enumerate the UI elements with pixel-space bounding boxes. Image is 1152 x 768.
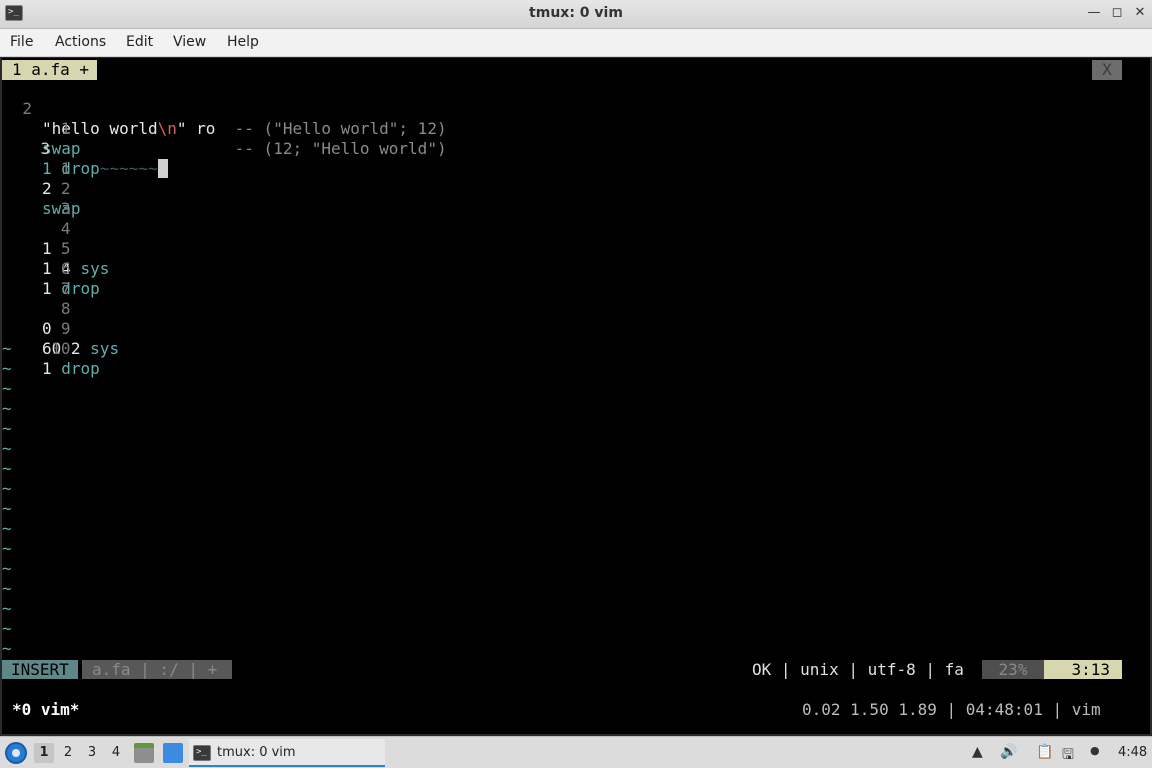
vim-scroll-percent: 23% (982, 660, 1044, 679)
empty-line-tilde: ~ (2, 499, 12, 518)
code-line: 1 swap -- (12; "Hello world") (2, 99, 1150, 158)
close-icon[interactable]: ✕ (1132, 5, 1148, 21)
tmux-status-right: 0.02 1.50 1.89 | 04:48:01 | vim (802, 700, 1101, 719)
menu-bar: File Actions Edit View Help (0, 29, 1152, 57)
volume-icon[interactable]: 🔊 (1000, 744, 1017, 760)
window-title: tmux: 0 vim (529, 5, 623, 21)
network-icon[interactable]: 🖫 (1062, 744, 1074, 768)
empty-line-tilde: ~ (2, 619, 12, 638)
code-line: 8 0 (2, 279, 1150, 338)
vim-file-segment: a.fa | :/ | + (82, 660, 232, 679)
menu-view[interactable]: View (173, 34, 206, 50)
vim-file-info: OK | unix | utf-8 | fa (752, 660, 964, 679)
notification-icon[interactable]: ● (1090, 744, 1100, 757)
vim-cursor-position: 3:13 (1044, 660, 1122, 679)
menu-actions[interactable]: Actions (55, 34, 106, 50)
empty-line-tilde: ~ (2, 599, 12, 618)
vim-tab-close-button[interactable]: X (1092, 60, 1122, 80)
code-word: sys (90, 339, 120, 358)
empty-line-tilde: ~ (2, 419, 12, 438)
window-titlebar[interactable]: >_ tmux: 0 vim — ◻ ✕ (0, 0, 1152, 29)
menu-file[interactable]: File (10, 34, 33, 50)
terminal-icon: >_ (193, 745, 211, 761)
code-word: drop (61, 359, 100, 378)
workspace-4[interactable]: 4 (106, 743, 126, 763)
empty-line-tilde: ~ (2, 519, 12, 538)
empty-line-tilde: ~ (2, 639, 12, 658)
show-desktop-icon[interactable] (163, 743, 183, 763)
scroll-icon[interactable]: ▲ (972, 744, 983, 760)
workspace-1[interactable]: 1 (34, 743, 54, 763)
code-line: 7 (2, 259, 1150, 298)
workspace-2[interactable]: 2 (58, 743, 78, 763)
empty-line-tilde: ~ (2, 399, 12, 418)
empty-line-tilde: ~ (2, 579, 12, 598)
terminal-area[interactable]: 1 a.fa + X 2 "hello world\n" ro -- ("Hel… (2, 58, 1150, 734)
empty-line-tilde: ~ (2, 339, 12, 358)
code-line: 2 "hello world\n" ro -- ("Hello world"; … (2, 79, 1150, 138)
empty-line-tilde: ~ (2, 359, 12, 378)
menu-edit[interactable]: Edit (126, 34, 153, 50)
empty-line-tilde: ~ (2, 539, 12, 558)
maximize-icon[interactable]: ◻ (1109, 5, 1125, 21)
code-line: 2 swap (2, 159, 1150, 218)
empty-line-tilde: ~ (2, 479, 12, 498)
code-text: 1 drop (42, 359, 100, 378)
code-line: 10 1 drop (2, 319, 1150, 378)
code-line: 5 1 4 sys (2, 219, 1150, 278)
minimize-icon[interactable]: — (1086, 5, 1102, 21)
clock[interactable]: 4:48 (1118, 745, 1147, 760)
vim-mode-indicator: INSERT (2, 660, 78, 679)
line-number: 10 (51, 339, 71, 358)
empty-line-tilde: ~ (2, 439, 12, 458)
workspace-3[interactable]: 3 (82, 743, 102, 763)
start-menu-icon[interactable] (5, 742, 27, 764)
clipboard-icon[interactable]: 📋 (1036, 744, 1053, 760)
taskbar-task-terminal[interactable]: >_ tmux: 0 vim (189, 739, 385, 767)
file-manager-icon[interactable] (134, 743, 154, 763)
empty-line-tilde: ~ (2, 559, 12, 578)
code-line-current: 3 1 drop~~~~~~ (2, 119, 1150, 178)
code-line: 6 1 drop (2, 239, 1150, 298)
task-label: tmux: 0 vim (217, 745, 296, 760)
taskbar: 1 2 3 4 >_ tmux: 0 vim ▲ 🔊 📋 🖫 ● 4:48 (0, 736, 1152, 768)
code-line: 3 (2, 179, 1150, 218)
tmux-window-label[interactable]: *0 vim* (12, 700, 79, 719)
code-line: 9 60 2 sys (2, 299, 1150, 358)
code-line: 4 1 (2, 199, 1150, 258)
code-line: 1 2 (2, 139, 1150, 198)
menu-help[interactable]: Help (227, 34, 259, 50)
empty-line-tilde: ~ (2, 459, 12, 478)
vim-tab[interactable]: 1 a.fa + (2, 60, 98, 80)
empty-line-tilde: ~ (2, 379, 12, 398)
